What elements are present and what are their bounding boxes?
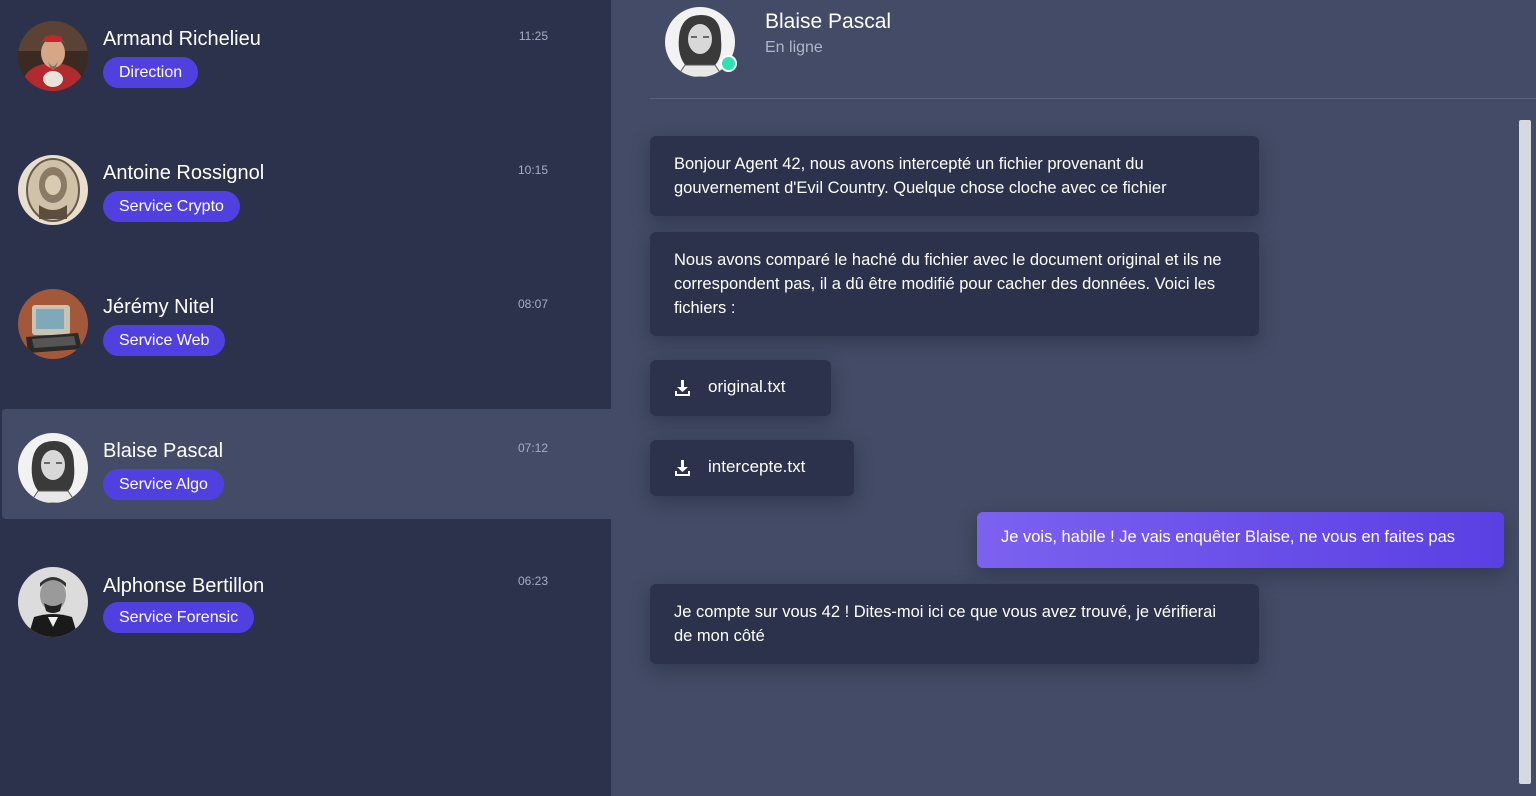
department-badge: Service Web: [103, 325, 226, 356]
department-badge: Service Forensic: [103, 602, 255, 633]
chat-header: Blaise Pascal En ligne: [650, 0, 1536, 99]
download-icon: [675, 380, 690, 396]
file-name: intercepte.txt: [708, 457, 806, 476]
avatar: [18, 433, 88, 503]
contact-item-pascal[interactable]: Blaise Pascal Service Algo 07:12: [2, 409, 611, 519]
message-time: 11:25: [518, 29, 548, 43]
scrollbar[interactable]: [1519, 120, 1531, 784]
contact-name: Alphonse Bertillon: [103, 575, 265, 597]
download-icon: [675, 460, 690, 476]
contact-item-bertillon[interactable]: Alphonse Bertillon Service Forensic 06:2…: [2, 545, 611, 655]
incoming-message: Bonjour Agent 42, nous avons intercepté …: [650, 136, 1259, 216]
file-attachment-original[interactable]: original.txt: [650, 360, 831, 416]
avatar: [18, 289, 88, 359]
avatar: [18, 21, 88, 91]
message-time: 10:15: [517, 163, 548, 177]
contact-name: Blaise Pascal: [103, 440, 224, 462]
message-text: Je compte sur vous 42 ! Dites-moi ici ce…: [674, 603, 1216, 645]
message-time: 07:12: [517, 441, 548, 455]
chat-contact-name: Blaise Pascal: [765, 10, 892, 33]
avatar: [18, 567, 88, 637]
message-text: Bonjour Agent 42, nous avons intercepté …: [674, 155, 1167, 197]
contact-name: Jérémy Nitel: [103, 296, 215, 318]
file-name: original.txt: [708, 377, 786, 396]
contact-name: Armand Richelieu: [103, 28, 261, 50]
contact-item-nitel[interactable]: Jérémy Nitel Service Web 08:07: [2, 268, 611, 378]
message-time: 06:23: [517, 574, 548, 588]
message-text: Je vois, habile ! Je vais enquêter Blais…: [1001, 528, 1456, 546]
outgoing-message: Je vois, habile ! Je vais enquêter Blais…: [977, 512, 1504, 568]
department-badge: Service Algo: [103, 469, 224, 500]
department-badge: Service Crypto: [103, 191, 240, 222]
message-time: 08:07: [517, 297, 548, 311]
contact-item-rossignol[interactable]: Antoine Rossignol Service Crypto 10:15: [2, 134, 611, 244]
contact-item-richelieu[interactable]: Armand Richelieu Direction 11:25: [2, 0, 611, 110]
avatar: [18, 155, 88, 225]
contact-sidebar: Armand Richelieu Direction 11:25 Antoine…: [0, 0, 611, 796]
message-text: Nous avons comparé le haché du fichier a…: [674, 251, 1222, 317]
file-attachment-intercepte[interactable]: intercepte.txt: [650, 440, 854, 496]
incoming-message: Nous avons comparé le haché du fichier a…: [650, 232, 1259, 336]
chat-contact-status: En ligne: [765, 39, 823, 56]
contact-name: Antoine Rossignol: [103, 162, 265, 184]
incoming-message: Je compte sur vous 42 ! Dites-moi ici ce…: [650, 584, 1259, 664]
department-badge: Direction: [103, 57, 199, 88]
online-status-icon: [720, 55, 737, 72]
